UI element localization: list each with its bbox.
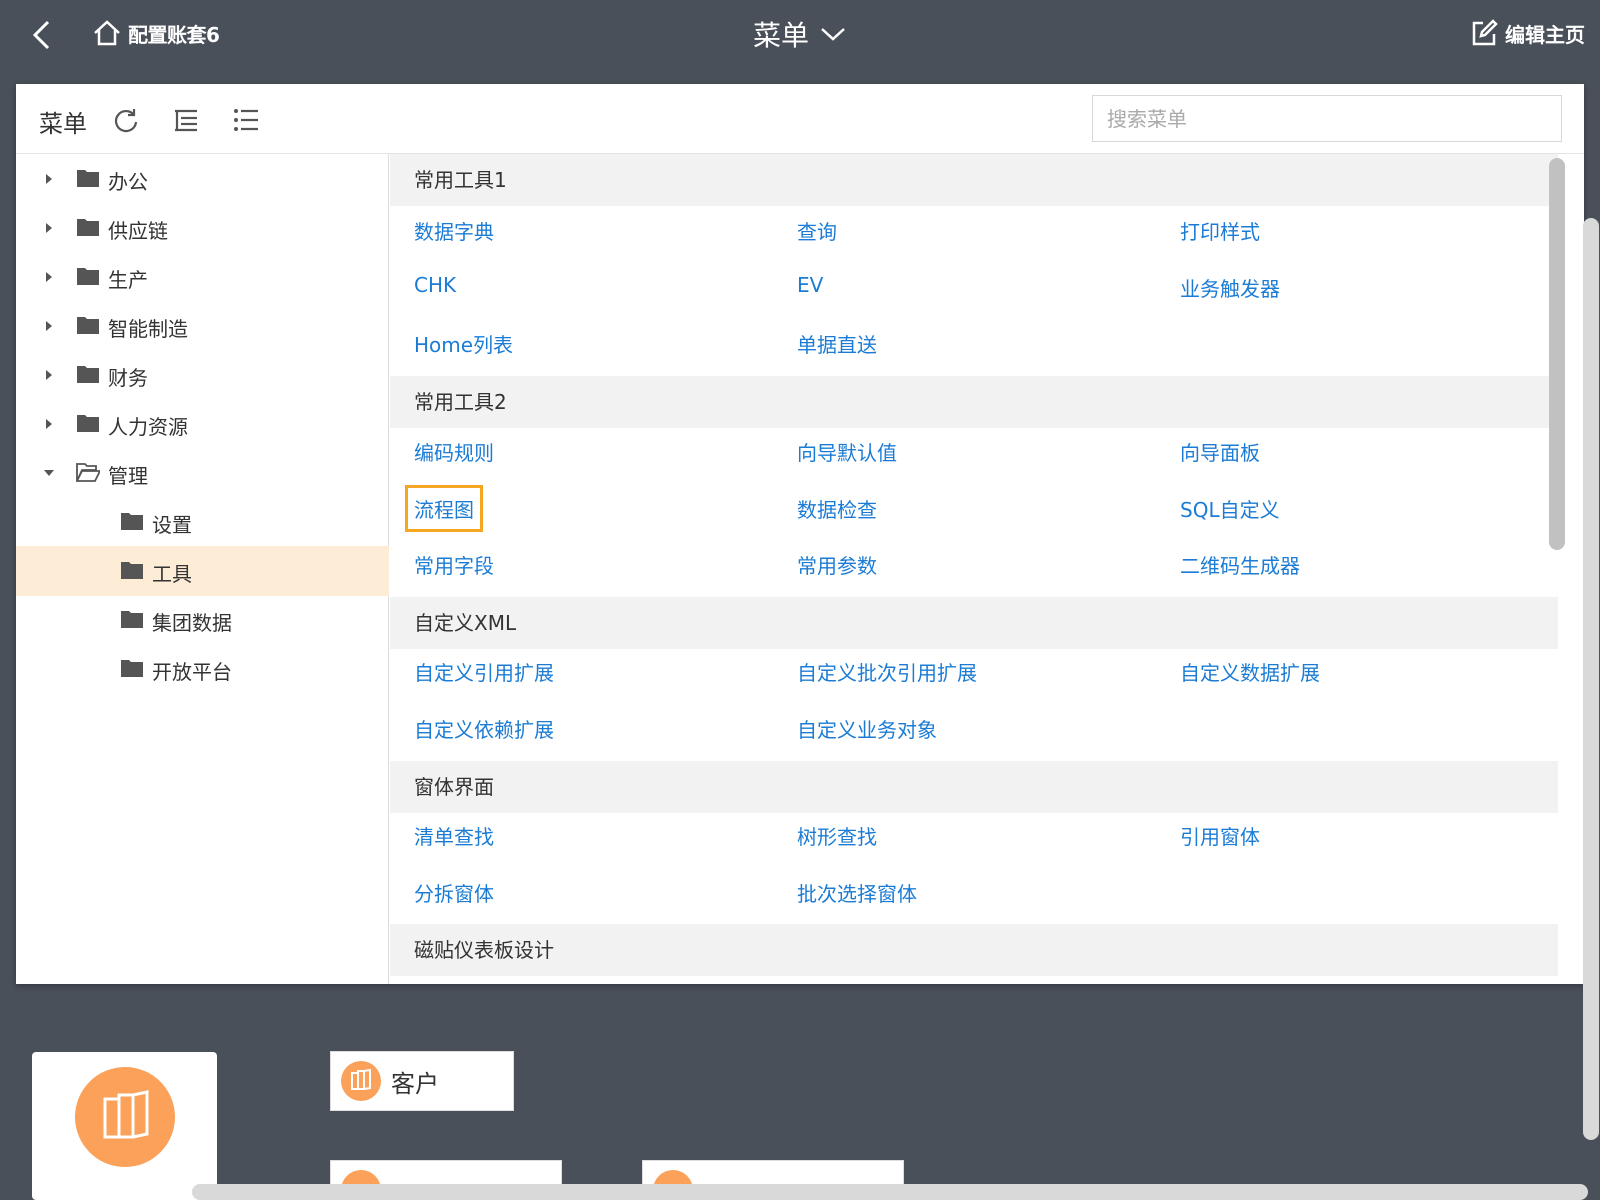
edit-home-label: 编辑主页	[1505, 22, 1585, 47]
top-bar: 配置账套6 菜单 编辑主页	[0, 0, 1600, 70]
tree-node-group-data[interactable]: 集团数据	[16, 595, 389, 645]
tree-node-label: 智能制造	[108, 317, 188, 341]
tree-node-hr[interactable]: 人力资源	[16, 399, 389, 449]
caret-down-icon[interactable]	[43, 448, 55, 498]
menu-item-link[interactable]: 自定义依赖扩展	[414, 714, 554, 743]
content-scrollbar-thumb[interactable]	[1549, 158, 1565, 550]
tree-node-label: 人力资源	[108, 415, 188, 439]
menu-item-link[interactable]: 自定义业务对象	[797, 714, 937, 743]
menu-dropdown[interactable]: 菜单	[753, 14, 847, 54]
customer-tile-label: 客户	[391, 1069, 439, 1098]
tree-node-tools[interactable]: 工具	[16, 546, 389, 596]
menu-item-link[interactable]: 自定义引用扩展	[414, 657, 554, 686]
folder-icon	[77, 268, 99, 285]
folder-icon	[77, 219, 99, 236]
documents-icon	[341, 1061, 381, 1101]
menu-item-link[interactable]: 批次选择窗体	[797, 878, 917, 907]
caret-right-icon[interactable]	[43, 301, 55, 351]
customer-tile[interactable]: 客户	[330, 1051, 514, 1111]
folder-icon	[121, 611, 143, 628]
menu-item-link[interactable]: 编码规则	[414, 437, 494, 466]
menu-item-link[interactable]: 引用窗体	[1180, 821, 1260, 850]
tree-node-label: 办公	[108, 170, 148, 194]
page-vertical-scrollbar[interactable]	[1583, 218, 1599, 1140]
caret-right-icon[interactable]	[43, 399, 55, 449]
folder-icon	[121, 660, 143, 677]
menu-item-link[interactable]: 常用字段	[414, 550, 494, 579]
menu-item-link[interactable]: 数据字典	[414, 216, 494, 245]
tree-node-label: 生产	[108, 268, 148, 292]
edit-home-button[interactable]: 编辑主页	[1469, 18, 1585, 48]
menu-item-link[interactable]: 打印样式	[1180, 216, 1260, 245]
menu-item-link[interactable]: 清单查找	[414, 821, 494, 850]
tree-node-label: 供应链	[108, 219, 168, 243]
tree-node-smart-manufacturing[interactable]: 智能制造	[16, 301, 389, 351]
tree-node-production[interactable]: 生产	[16, 252, 389, 302]
menu-content: 常用工具1 数据字典 查询 打印样式 CHK EV 业务触发器 Home列表 单…	[390, 154, 1584, 984]
menu-item-link[interactable]: 查询	[797, 216, 837, 245]
folder-icon	[77, 170, 99, 187]
menu-item-link-highlighted[interactable]: 流程图	[405, 485, 483, 532]
folder-icon	[77, 366, 99, 383]
section-header: 自定义XML	[390, 597, 1558, 649]
tree-node-supply-chain[interactable]: 供应链	[16, 203, 389, 253]
menu-item-link[interactable]: 二维码生成器	[1180, 550, 1300, 579]
menu-item-link[interactable]: SQL自定义	[1180, 494, 1280, 523]
section-header: 磁贴仪表板设计	[390, 924, 1558, 976]
caret-right-icon[interactable]	[43, 203, 55, 253]
refresh-icon[interactable]	[112, 106, 140, 134]
folder-icon	[77, 415, 99, 432]
caret-right-icon[interactable]	[43, 252, 55, 302]
menu-item-link[interactable]: 单据直送	[797, 329, 877, 358]
page-horizontal-scrollbar[interactable]	[192, 1184, 1588, 1200]
chevron-down-icon	[821, 28, 845, 41]
toolbar-title: 菜单	[39, 110, 87, 138]
tree-node-label: 设置	[152, 513, 192, 537]
menu-item-link[interactable]: EV	[797, 273, 823, 297]
tree-node-open-platform[interactable]: 开放平台	[16, 644, 389, 694]
caret-right-icon[interactable]	[43, 154, 55, 204]
menu-item-link[interactable]: 分拆窗体	[414, 878, 494, 907]
menu-item-link[interactable]: 常用参数	[797, 550, 877, 579]
menu-item-link[interactable]: 业务触发器	[1180, 273, 1280, 302]
section-header: 常用工具2	[390, 376, 1558, 428]
menu-item-link[interactable]: 树形查找	[797, 821, 877, 850]
collapse-tree-icon[interactable]	[172, 106, 200, 134]
tree-node-label: 集团数据	[152, 611, 232, 635]
menu-item-link[interactable]: 向导默认值	[797, 437, 897, 466]
caret-right-icon[interactable]	[43, 350, 55, 400]
menu-item-link[interactable]: CHK	[414, 273, 456, 297]
tree-node-label: 管理	[108, 464, 148, 488]
folder-icon	[77, 317, 99, 334]
tree-node-finance[interactable]: 财务	[16, 350, 389, 400]
tree-node-label: 开放平台	[152, 660, 232, 684]
tree-node-management[interactable]: 管理	[16, 448, 389, 498]
search-menu-input[interactable]	[1092, 95, 1562, 142]
tree-node-office[interactable]: 办公	[16, 154, 389, 204]
section-header: 常用工具1	[390, 154, 1558, 206]
list-icon[interactable]	[232, 106, 260, 134]
app-tile-large[interactable]	[32, 1052, 217, 1200]
menu-item-link[interactable]: 向导面板	[1180, 437, 1260, 466]
menu-tree: 办公 供应链 生产 智能制造 财务 人力资源 管理 设置 工具 集团数据 开放平…	[16, 154, 389, 984]
edit-icon	[1472, 19, 1498, 46]
folder-icon	[121, 513, 143, 530]
menu-item-link[interactable]: Home列表	[414, 329, 513, 358]
folder-icon	[121, 562, 143, 579]
menu-item-link[interactable]: 自定义数据扩展	[1180, 657, 1320, 686]
documents-icon	[75, 1067, 175, 1167]
section-header: 窗体界面	[390, 761, 1558, 813]
folder-open-icon	[76, 463, 100, 482]
menu-panel: 菜单 办公 供应链	[16, 84, 1584, 984]
menu-item-link[interactable]: 自定义批次引用扩展	[797, 657, 977, 686]
tree-node-label: 工具	[152, 562, 192, 586]
tree-node-settings[interactable]: 设置	[16, 497, 389, 547]
tree-node-label: 财务	[108, 366, 148, 390]
menu-toolbar: 菜单	[16, 84, 1584, 154]
menu-item-link[interactable]: 数据检查	[797, 494, 877, 523]
page-title: 菜单	[752, 19, 809, 52]
